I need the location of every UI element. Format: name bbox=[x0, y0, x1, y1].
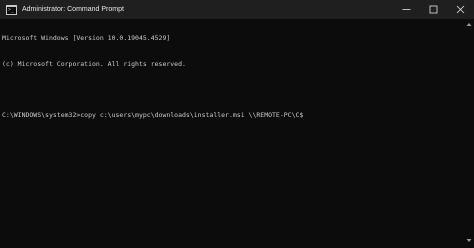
cmd-icon: >_ bbox=[6, 4, 17, 15]
command-prompt-window: >_ Administrator: Command Prompt Microso… bbox=[0, 0, 474, 248]
console-line-version: Microsoft Windows [Version 10.0.19045.45… bbox=[2, 34, 171, 42]
close-icon bbox=[456, 5, 465, 14]
console-line-command: C:\WINDOWS\system32>copy c:\users\mypc\d… bbox=[2, 110, 304, 119]
scroll-up-button[interactable] bbox=[465, 20, 473, 28]
window-title: Administrator: Command Prompt bbox=[22, 6, 124, 13]
minimize-icon bbox=[402, 9, 411, 10]
scroll-down-arrow-icon bbox=[466, 238, 472, 242]
console-output[interactable]: Microsoft Windows [Version 10.0.19045.45… bbox=[2, 17, 460, 136]
maximize-icon bbox=[429, 5, 438, 14]
console-line-copyright: (c) Microsoft Corporation. All rights re… bbox=[2, 59, 186, 68]
scroll-up-arrow-icon bbox=[466, 22, 472, 26]
scroll-down-button[interactable] bbox=[465, 236, 473, 244]
vertical-scrollbar[interactable] bbox=[465, 20, 473, 244]
